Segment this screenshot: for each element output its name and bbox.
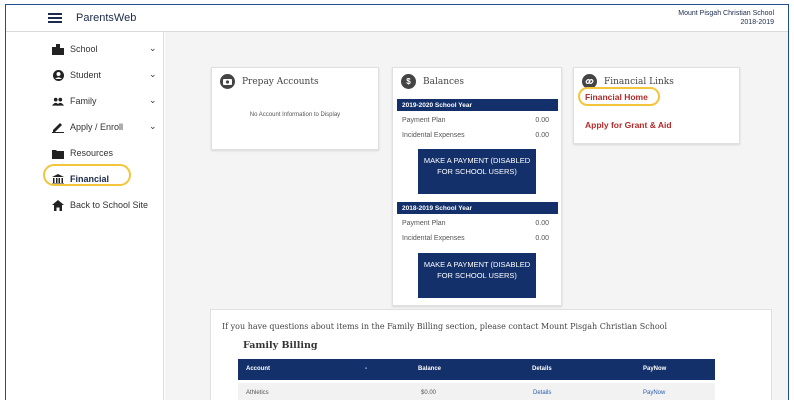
balances-card: $ Balances 2019-2020 School Year Payment… xyxy=(392,67,562,306)
family-billing-card: If you have questions about items in the… xyxy=(210,309,772,400)
table-row: Athletics $0.00 Details PayNow xyxy=(238,383,715,400)
year-header: 2018-2019 School Year xyxy=(397,202,558,214)
sidebar-item-back-to-school-site[interactable]: Back to School Site xyxy=(6,194,164,218)
year-header: 2019-2020 School Year xyxy=(397,99,558,111)
balance-value: 0.00 xyxy=(535,235,549,242)
make-payment-button[interactable]: MAKE A PAYMENT (DISABLED FOR SCHOOL USER… xyxy=(418,253,536,298)
chevron-down-icon: ⌄ xyxy=(149,121,157,131)
account-cell: Athletics xyxy=(246,390,269,396)
sidebar-item-label: Resources xyxy=(70,148,114,158)
browser-frame: ParentsWeb Mount Pisgah Christian School… xyxy=(5,4,789,400)
sidebar-item-label: School xyxy=(70,44,98,54)
sidebar-item-label: Student xyxy=(70,70,102,80)
card-title: Balances xyxy=(423,77,465,87)
sidebar-item-school[interactable]: School ⌄ xyxy=(6,38,164,62)
column-header: PayNow xyxy=(643,366,667,372)
menu-icon[interactable] xyxy=(48,13,62,23)
chevron-down-icon: ⌄ xyxy=(149,95,157,105)
financial-links-card: Financial Links Financial Home Apply for… xyxy=(573,67,740,144)
billing-title: Family Billing xyxy=(243,340,318,351)
folder-icon xyxy=(52,148,64,159)
sidebar-item-label: Apply / Enroll xyxy=(70,122,124,132)
sidebar-item-resources[interactable]: Resources xyxy=(6,142,164,166)
pencil-icon xyxy=(52,122,64,133)
sidebar-item-apply-enroll[interactable]: Apply / Enroll ⌄ xyxy=(6,116,164,140)
prepay-accounts-card: Prepay Accounts No Account Information t… xyxy=(211,67,379,150)
paynow-link[interactable]: PayNow xyxy=(643,390,665,396)
sidebar-item-family[interactable]: Family ⌄ xyxy=(6,90,164,114)
school-info: Mount Pisgah Christian School 2018-2019 xyxy=(678,9,774,27)
sidebar-item-label: Family xyxy=(70,96,97,106)
school-name: Mount Pisgah Christian School xyxy=(678,10,774,17)
top-bar: ParentsWeb Mount Pisgah Christian School… xyxy=(6,5,788,32)
apply-grant-aid-link[interactable]: Apply for Grant & Aid xyxy=(585,120,672,130)
family-icon xyxy=(52,96,64,107)
column-header: Account xyxy=(246,366,270,372)
card-title: Financial Links xyxy=(604,77,674,87)
highlight-annotation xyxy=(43,164,131,186)
app-title: ParentsWeb xyxy=(76,12,137,24)
dollar-icon: $ xyxy=(401,74,416,89)
balance-label: Incidental Expenses xyxy=(402,132,465,139)
column-header: Balance xyxy=(418,366,442,372)
empty-message: No Account Information to Display xyxy=(249,112,341,118)
details-link[interactable]: Details xyxy=(533,390,551,396)
make-payment-button[interactable]: MAKE A PAYMENT (DISABLED FOR SCHOOL USER… xyxy=(418,149,536,194)
sidebar: School ⌄ Student ⌄ Family ⌄ Apply / Enro… xyxy=(6,32,164,400)
student-icon xyxy=(52,70,64,81)
billing-table-header: Account - Balance Details PayNow xyxy=(238,359,715,380)
column-header: - xyxy=(365,366,367,372)
sidebar-item-student[interactable]: Student ⌄ xyxy=(6,64,164,88)
balance-cell: $0.00 xyxy=(421,390,437,396)
main-content: Prepay Accounts No Account Information t… xyxy=(165,32,788,400)
balance-value: 0.00 xyxy=(535,220,549,227)
school-icon xyxy=(52,44,64,55)
card-title: Prepay Accounts xyxy=(242,77,319,87)
billing-note: If you have questions about items in the… xyxy=(222,322,668,331)
balance-label: Incidental Expenses xyxy=(402,235,465,242)
balance-label: Payment Plan xyxy=(402,117,446,124)
financial-home-link[interactable]: Financial Home xyxy=(585,92,648,102)
camera-icon xyxy=(220,74,235,89)
column-header: Details xyxy=(532,366,552,372)
home-icon xyxy=(52,200,64,211)
balance-value: 0.00 xyxy=(535,117,549,124)
balance-label: Payment Plan xyxy=(402,220,446,227)
school-year: 2018-2019 xyxy=(740,19,774,26)
balance-value: 0.00 xyxy=(535,132,549,139)
sidebar-item-label: Back to School Site xyxy=(70,200,149,210)
chevron-down-icon: ⌄ xyxy=(149,43,157,53)
chevron-down-icon: ⌄ xyxy=(149,69,157,79)
